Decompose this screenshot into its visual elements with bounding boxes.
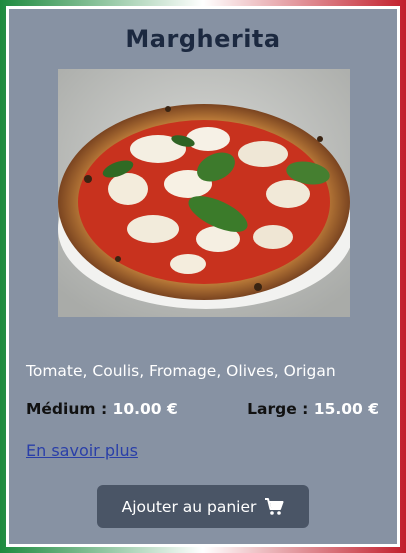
italian-flag-frame: Margherita Tomate, Coulis, Fromage, Oliv… bbox=[0, 0, 406, 553]
add-to-cart-label: Ajouter au panier bbox=[121, 497, 257, 516]
price-large: Large : 15.00 € bbox=[247, 400, 379, 418]
size-label: Médium bbox=[26, 400, 96, 418]
ingredients-text: Tomate, Coulis, Fromage, Olives, Origan bbox=[26, 362, 336, 380]
product-title: Margherita bbox=[125, 25, 281, 53]
size-label: Large bbox=[247, 400, 297, 418]
price-separator: : bbox=[302, 400, 309, 418]
price-row: Médium : 10.00 € Large : 15.00 € bbox=[26, 400, 379, 418]
price-amount: 15.00 € bbox=[313, 400, 379, 418]
pizza-image bbox=[58, 69, 350, 317]
product-card: Margherita Tomate, Coulis, Fromage, Oliv… bbox=[6, 6, 400, 547]
more-info-link[interactable]: En savoir plus bbox=[26, 441, 138, 460]
price-medium: Médium : 10.00 € bbox=[26, 400, 178, 418]
price-amount: 10.00 € bbox=[112, 400, 178, 418]
add-to-cart-button[interactable]: Ajouter au panier bbox=[97, 485, 309, 528]
shopping-cart-icon bbox=[264, 497, 284, 516]
price-separator: : bbox=[100, 400, 108, 418]
